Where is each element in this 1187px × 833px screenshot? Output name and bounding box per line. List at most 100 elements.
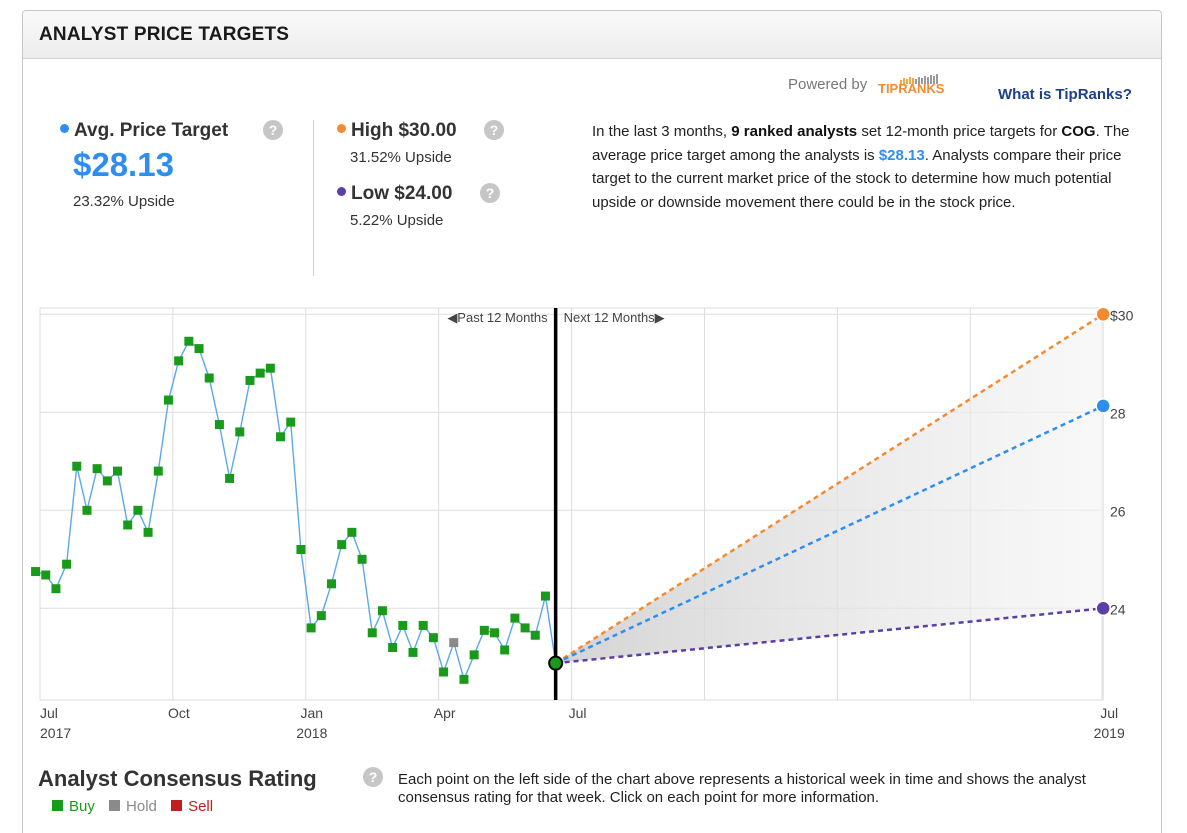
forecast-avg-point: [1095, 398, 1111, 414]
rating-point-buy[interactable]: [428, 633, 438, 643]
rating-point-buy[interactable]: [214, 420, 224, 430]
rating-point-buy[interactable]: [316, 611, 326, 621]
rating-point-buy[interactable]: [326, 579, 336, 589]
rating-point-buy[interactable]: [367, 628, 377, 638]
desc-ranked-analysts: 9 ranked analysts: [731, 123, 858, 140]
high-price-target-label: High $30.00: [337, 120, 457, 142]
rating-point-buy[interactable]: [41, 570, 51, 580]
panel-header: ANALYST PRICE TARGETS: [23, 11, 1161, 59]
rating-point-buy[interactable]: [357, 554, 367, 564]
rating-point-buy[interactable]: [255, 368, 265, 378]
tipranks-logo-text: TIPRANKS: [878, 81, 945, 94]
rating-point-buy[interactable]: [510, 613, 520, 623]
rating-point-buy[interactable]: [347, 527, 357, 537]
high-help-icon[interactable]: ?: [484, 120, 504, 140]
x-tick-year-label: 2018: [296, 725, 327, 741]
sell-swatch-icon: [171, 800, 183, 811]
rating-point-buy[interactable]: [398, 620, 408, 630]
price-target-description: In the last 3 months, 9 ranked analysts …: [592, 120, 1140, 214]
high-upside: 31.52% Upside: [350, 149, 452, 166]
hold-swatch-icon: [109, 800, 121, 811]
rating-point-hold[interactable]: [449, 638, 459, 648]
rating-point-buy[interactable]: [377, 606, 387, 616]
rating-point-buy[interactable]: [194, 344, 204, 354]
high-dot-icon: [337, 124, 346, 133]
consensus-description: Each point on the left side of the chart…: [398, 771, 1086, 806]
rating-point-buy[interactable]: [62, 559, 72, 569]
rating-point-buy[interactable]: [388, 643, 398, 652]
x-tick-year-label: 2017: [40, 725, 71, 741]
legend-buy-label: Buy: [69, 798, 95, 815]
rating-point-buy[interactable]: [143, 527, 153, 537]
rating-point-buy[interactable]: [540, 591, 550, 601]
rating-point-buy[interactable]: [479, 625, 489, 635]
legend-hold: Hold: [109, 798, 157, 815]
rating-point-buy[interactable]: [225, 473, 235, 483]
rating-point-buy[interactable]: [184, 336, 194, 346]
avg-label-text: Avg. Price Target: [74, 120, 229, 141]
consensus-help-icon[interactable]: ?: [363, 767, 383, 787]
rating-point-buy[interactable]: [174, 356, 184, 366]
rating-point-buy[interactable]: [469, 650, 479, 660]
buy-swatch-icon: [52, 800, 63, 811]
low-price-target-label: Low $24.00: [337, 183, 452, 205]
desc-ticker: COG: [1061, 123, 1096, 140]
rating-point-buy[interactable]: [286, 417, 296, 427]
forecast-high-point: [1095, 306, 1111, 323]
low-dot-icon: [337, 187, 346, 196]
legend-hold-label: Hold: [126, 798, 157, 815]
rating-point-buy[interactable]: [123, 520, 133, 530]
rating-point-buy[interactable]: [408, 647, 418, 657]
rating-point-buy[interactable]: [92, 464, 102, 474]
powered-by-label: Powered by: [788, 76, 868, 93]
avg-price-target-value: $28.13: [73, 146, 174, 183]
avg-help-icon[interactable]: ?: [263, 120, 283, 140]
rating-point-buy[interactable]: [102, 476, 112, 486]
low-help-icon[interactable]: ?: [480, 183, 500, 203]
rating-point-buy[interactable]: [133, 505, 143, 515]
past-12-months-label: ◀Past 12 Months: [447, 310, 548, 325]
rating-point-buy[interactable]: [235, 427, 245, 437]
rating-point-buy[interactable]: [337, 540, 347, 550]
rating-point-buy[interactable]: [530, 630, 540, 640]
rating-point-buy[interactable]: [72, 461, 82, 471]
legend-buy: Buy: [52, 798, 95, 815]
x-tick-label: Oct: [168, 705, 190, 721]
rating-point-buy[interactable]: [520, 623, 530, 633]
rating-point-buy[interactable]: [153, 466, 163, 476]
desc-avg-target: $28.13: [878, 146, 925, 164]
rating-point-buy[interactable]: [418, 620, 428, 630]
stats-divider: [313, 120, 314, 276]
rating-point-buy[interactable]: [82, 505, 92, 515]
rating-point-buy[interactable]: [51, 584, 61, 594]
rating-point-buy[interactable]: [500, 645, 510, 655]
avg-price-target-label: Avg. Price Target: [60, 120, 228, 142]
rating-point-buy[interactable]: [31, 567, 41, 577]
x-tick-label: Jul: [569, 705, 587, 721]
low-label-text: Low $24.00: [351, 183, 453, 204]
rating-point-buy[interactable]: [265, 363, 275, 373]
high-label-text: High $30.00: [351, 120, 457, 141]
legend-sell: Sell: [171, 798, 213, 815]
rating-point-buy[interactable]: [204, 373, 214, 383]
x-tick-year-label: 2019: [1094, 725, 1125, 741]
rating-point-buy[interactable]: [245, 375, 255, 385]
tipranks-logo[interactable]: TIPRANKS: [878, 74, 964, 94]
rating-point-buy[interactable]: [490, 628, 500, 638]
rating-point-buy[interactable]: [276, 432, 286, 442]
what-is-tipranks-link[interactable]: What is TipRanks?: [998, 86, 1132, 103]
panel-title: ANALYST PRICE TARGETS: [39, 24, 290, 45]
rating-point-buy[interactable]: [306, 623, 316, 633]
y-tick-label: 28: [1110, 405, 1126, 421]
desc-part-2: set 12-month price targets for: [857, 123, 1062, 140]
rating-point-buy[interactable]: [459, 674, 469, 684]
rating-point-buy[interactable]: [439, 667, 449, 677]
y-tick-label: 24: [1110, 601, 1126, 617]
rating-point-buy[interactable]: [163, 395, 173, 405]
x-tick-label: Jul: [1100, 705, 1118, 721]
rating-point-buy[interactable]: [113, 466, 123, 476]
rating-point-buy[interactable]: [296, 545, 306, 554]
low-upside: 5.22% Upside: [350, 212, 444, 229]
consensus-legend: Buy Hold Sell: [52, 798, 223, 815]
consensus-title: Analyst Consensus Rating: [38, 766, 317, 791]
